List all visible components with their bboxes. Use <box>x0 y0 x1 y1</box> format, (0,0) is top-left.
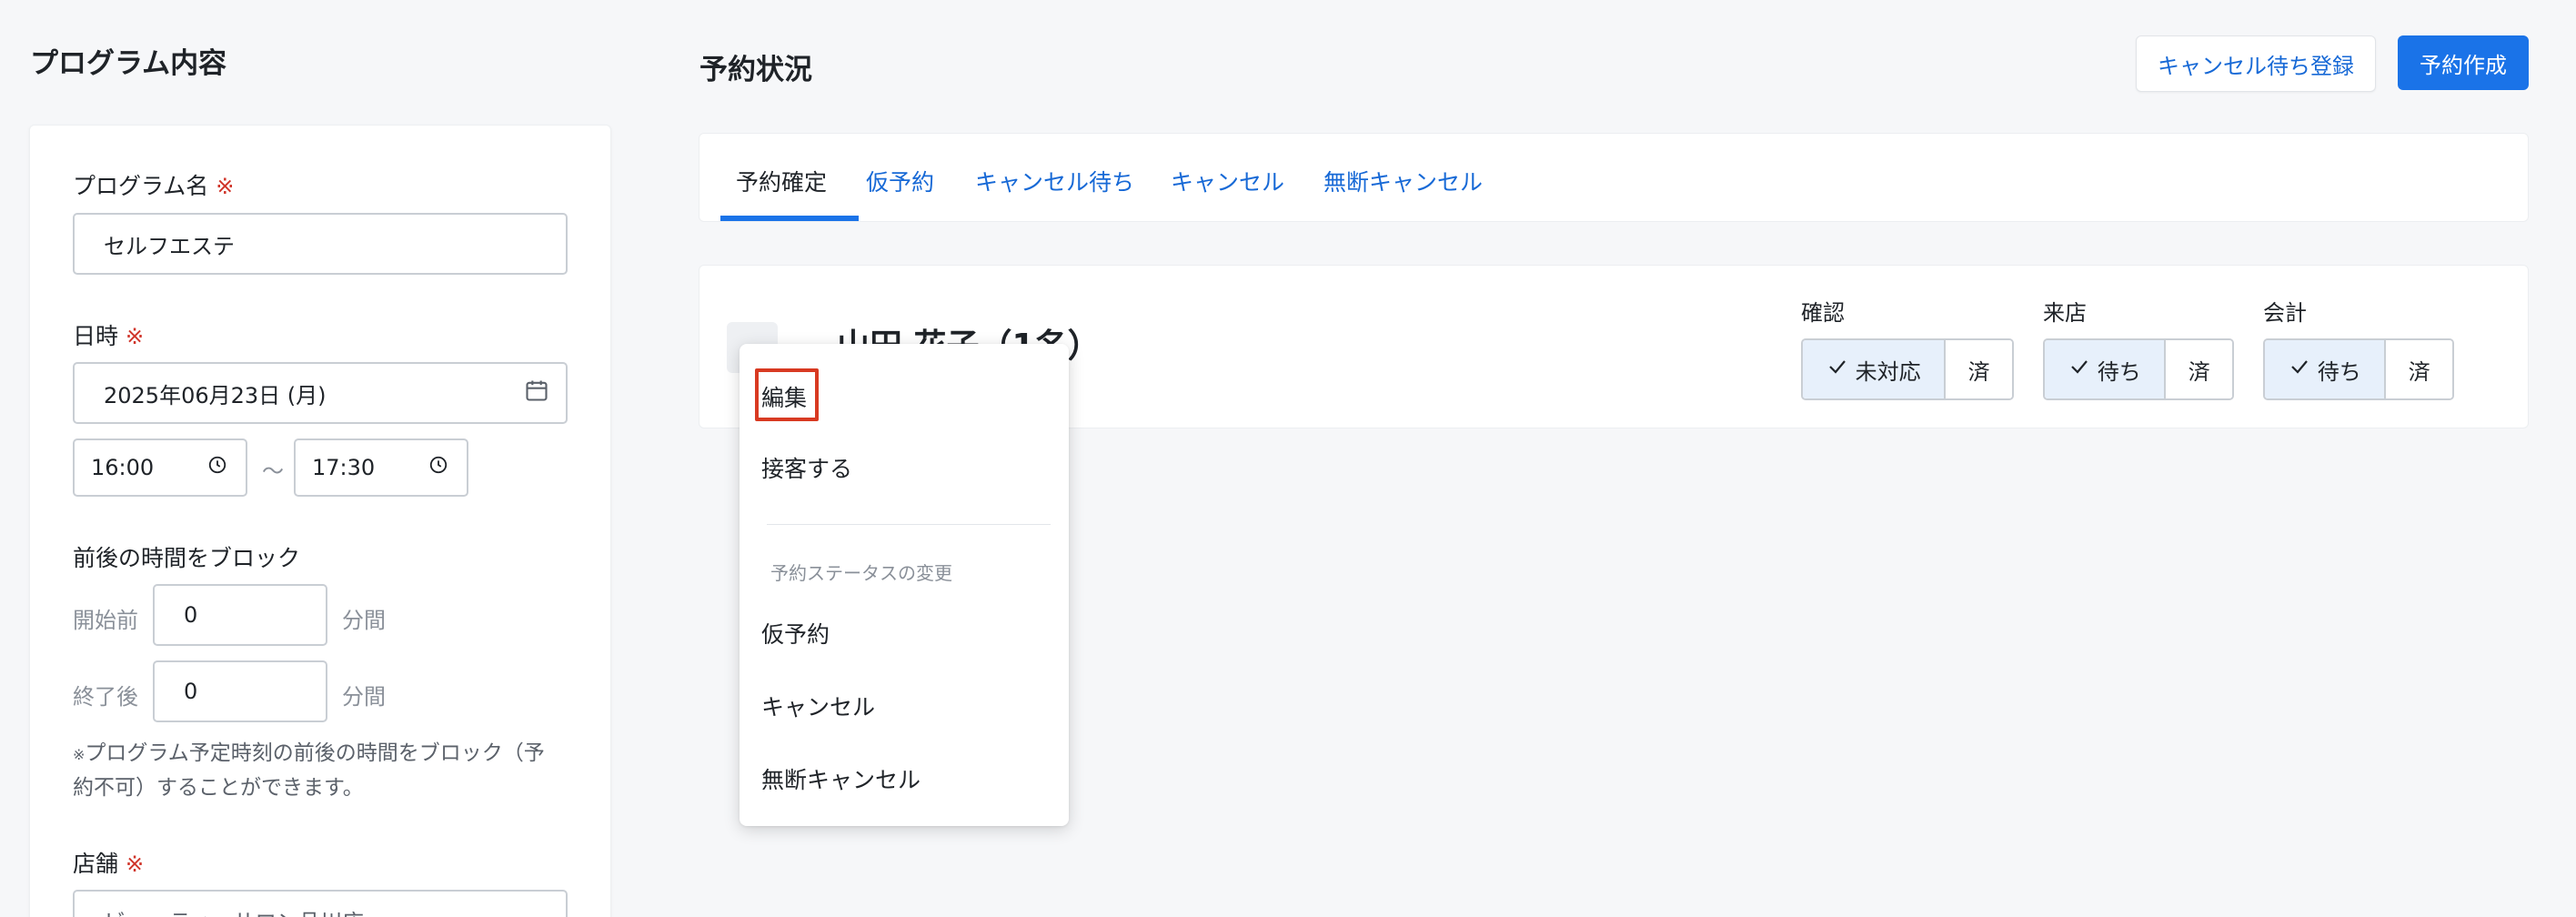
note-mark: ※ <box>73 746 86 763</box>
required-mark: ※ <box>126 324 145 349</box>
tab-no-show-cancel[interactable]: 無断キャンセル <box>1323 165 1483 197</box>
before-unit: 分間 <box>342 608 386 633</box>
before-label: 開始前 <box>73 608 138 633</box>
date-value: 2025年06月23日 (月) <box>104 382 327 408</box>
tab-tentative[interactable]: 仮予約 <box>866 165 934 197</box>
payment-pending-label: 待ち <box>2317 358 2361 385</box>
visit-status-toggle: 待ち 済 <box>2043 338 2234 400</box>
menu-item-tentative[interactable]: 仮予約 <box>761 617 830 650</box>
after-unit: 分間 <box>342 684 386 710</box>
program-name-value: セルフエステ <box>104 233 235 259</box>
status-label-confirm: 確認 <box>1801 300 1845 326</box>
create-reservation-button[interactable]: 予約作成 <box>2398 35 2529 90</box>
end-time-input[interactable]: 17:30 <box>294 438 468 497</box>
program-name-label-text: プログラム名 <box>73 173 209 199</box>
calendar-icon[interactable] <box>524 378 549 408</box>
store-select[interactable]: ビューティーサロン品川店 <box>73 890 568 917</box>
status-label-visit: 来店 <box>2043 300 2087 326</box>
store-label-text: 店舗 <box>73 851 119 877</box>
reservation-actions-menu: 編集 接客する 予約ステータスの変更 仮予約 キャンセル 無断キャンセル <box>740 344 1069 826</box>
store-value: ビューティーサロン品川店 <box>104 904 364 917</box>
waitlist-register-button[interactable]: キャンセル待ち登録 <box>2136 35 2376 92</box>
program-name-label: プログラム名 ※ <box>73 168 234 201</box>
visit-pending-option[interactable]: 待ち <box>2045 340 2167 398</box>
after-minutes-value: 0 <box>184 679 198 704</box>
clock-icon <box>428 455 448 480</box>
before-minutes-input[interactable]: 0 <box>153 584 327 646</box>
program-content-title: プログラム内容 <box>30 47 227 80</box>
status-tabs: 予約確定 仮予約 キャンセル待ち キャンセル 無断キャンセル <box>699 133 2529 222</box>
check-icon <box>2068 356 2090 383</box>
menu-item-cancel[interactable]: キャンセル <box>761 690 875 722</box>
after-minutes-input[interactable]: 0 <box>153 660 327 722</box>
menu-status-header: 予約ステータスの変更 <box>770 562 952 584</box>
start-time-input[interactable]: 16:00 <box>73 438 247 497</box>
block-time-label: 前後の時間をブロック <box>73 545 301 571</box>
payment-pending-option[interactable]: 待ち <box>2265 340 2387 398</box>
menu-divider <box>767 524 1051 525</box>
confirm-pending-label: 未対応 <box>1855 358 1921 385</box>
date-input[interactable]: 2025年06月23日 (月) <box>73 362 568 424</box>
check-icon <box>1826 356 1848 383</box>
visit-pending-label: 待ち <box>2097 358 2141 385</box>
check-icon <box>2289 356 2310 383</box>
tab-confirmed[interactable]: 予約確定 <box>736 165 827 197</box>
end-time-value: 17:30 <box>312 455 376 480</box>
required-mark: ※ <box>126 852 145 877</box>
active-tab-indicator <box>720 216 859 221</box>
time-separator: ～ <box>262 458 284 484</box>
program-name-input[interactable]: セルフエステ <box>73 213 568 275</box>
payment-done-option[interactable]: 済 <box>2386 340 2452 398</box>
menu-item-no-show-cancel[interactable]: 無断キャンセル <box>761 762 921 795</box>
confirm-status-toggle: 未対応 済 <box>1801 338 2014 400</box>
tab-cancel[interactable]: キャンセル <box>1171 165 1284 197</box>
start-time-value: 16:00 <box>91 455 155 480</box>
clock-icon <box>207 455 227 480</box>
confirm-done-option[interactable]: 済 <box>1946 340 2012 398</box>
store-label: 店舗 ※ <box>73 846 144 879</box>
after-label: 終了後 <box>73 684 138 710</box>
visit-done-option[interactable]: 済 <box>2166 340 2232 398</box>
datetime-label: 日時 ※ <box>73 318 144 351</box>
reservation-status-title: 予約状況 <box>699 54 812 86</box>
menu-item-serve[interactable]: 接客する <box>761 451 852 484</box>
tab-waitlist[interactable]: キャンセル待ち <box>975 165 1134 197</box>
before-minutes-value: 0 <box>184 602 198 628</box>
note-line-2: 約不可）することができます。 <box>73 776 364 800</box>
confirm-pending-option[interactable]: 未対応 <box>1803 340 1947 398</box>
payment-status-toggle: 待ち 済 <box>2263 338 2454 400</box>
block-time-note: ※プログラム予定時刻の前後の時間をブロック（予 約不可）することができます。 <box>73 737 582 804</box>
note-line-1: プログラム予定時刻の前後の時間をブロック（予 <box>85 741 545 765</box>
menu-item-edit[interactable]: 編集 <box>761 380 807 413</box>
datetime-label-text: 日時 <box>73 323 119 349</box>
status-label-payment: 会計 <box>2263 300 2307 326</box>
required-mark: ※ <box>216 174 235 199</box>
